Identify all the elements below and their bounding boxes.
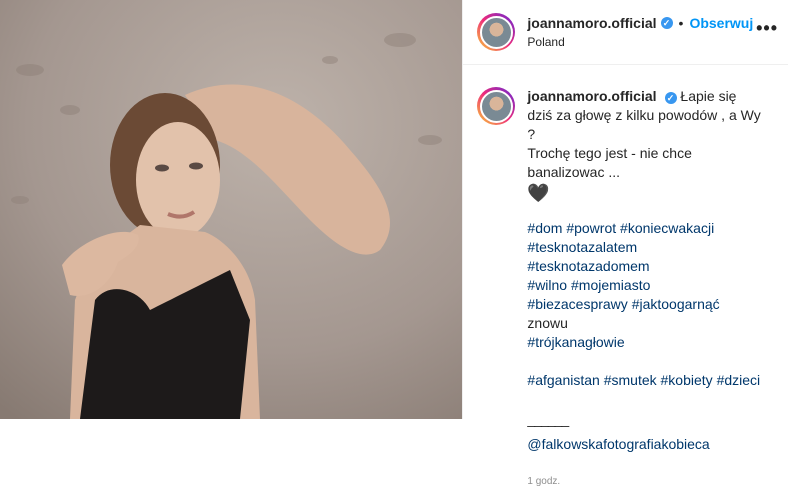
caption-divider: ______ (527, 411, 569, 427)
hashtag-link[interactable]: #koniecwakacji (620, 220, 714, 236)
post-timestamp[interactable]: 1 godz. (527, 472, 762, 491)
verified-icon: ✓ (660, 17, 673, 30)
instagram-post: joannamoro.official ✓ • Obserwuj Poland … (0, 0, 788, 487)
separator-dot: • (678, 14, 684, 31)
hashtag-link[interactable]: #dzieci (717, 372, 761, 388)
hashtag-link[interactable]: #kobiety (661, 372, 713, 388)
caption-text-line-2: Trochę tego jest - nie chce banalizowac … (527, 145, 692, 180)
more-options-icon[interactable]: ••• (756, 18, 778, 39)
caption-word: znowu (527, 315, 568, 331)
black-heart-icon: 🖤 (527, 183, 550, 203)
hashtag-link[interactable]: #wilno (527, 277, 567, 293)
avatar-image (479, 15, 513, 49)
caption-avatar[interactable] (477, 87, 516, 125)
post-location[interactable]: Poland (527, 35, 753, 49)
author-avatar[interactable] (477, 13, 516, 51)
hashtag-line: #dom #powrot #koniecwakacji (527, 219, 762, 238)
hashtag-link[interactable]: #mojemiasto (571, 277, 650, 293)
hashtag-line: #biezacesprawy #jaktoogarnąć znowu (527, 295, 762, 333)
hashtag-line: #trójkanagłowie (527, 333, 762, 352)
caption-verified-icon: ✓ (664, 92, 677, 104)
hashtag-link[interactable]: #tesknotazalatem (527, 239, 637, 255)
follow-button[interactable]: Obserwuj (689, 15, 753, 32)
post-caption: joannamoro.official ✓ Łapie się dziś za g… (463, 65, 788, 491)
photo-illustration (0, 0, 463, 419)
hashtag-link[interactable]: #trójkanagłowie (527, 334, 624, 350)
hashtag-link[interactable]: #biezacesprawy (527, 296, 627, 312)
hashtag-line: #wilno #mojemiasto (527, 276, 762, 295)
header-text: joannamoro.official ✓ • Obserwuj Poland (527, 15, 753, 49)
post-header: joannamoro.official ✓ • Obserwuj Poland … (463, 0, 788, 65)
hashtag-link[interactable]: #afganistan (527, 372, 599, 388)
post-photo[interactable] (0, 0, 463, 419)
hashtag-line: #tesknotazalatem #tesknotazadomem (527, 238, 762, 276)
hashtag-block-1: #dom #powrot #koniecwakacji #tesknotazal… (527, 219, 762, 352)
hashtag-link[interactable]: #tesknotazadomem (527, 258, 649, 274)
caption-username[interactable]: joannamoro.official (527, 88, 656, 104)
hashtag-link[interactable]: #dom (527, 220, 562, 236)
hashtag-link[interactable]: #smutek (604, 372, 657, 388)
hashtag-link[interactable]: #powrot (566, 220, 616, 236)
caption-avatar-image (479, 89, 513, 123)
hashtag-link[interactable]: #jaktoogarnąć (632, 296, 720, 312)
post-sidebar: joannamoro.official ✓ • Obserwuj Poland … (462, 0, 788, 487)
author-username[interactable]: joannamoro.official (527, 15, 656, 32)
caption-text-line-1: joannamoro.official ✓ Łapie się dziś za g… (527, 87, 762, 144)
hashtag-block-2: #afganistan #smutek #kobiety #dzieci (527, 371, 762, 390)
header-row: joannamoro.official ✓ • Obserwuj (527, 15, 753, 32)
photographer-mention[interactable]: @falkowskafotografiakobieca (527, 435, 762, 454)
caption-body: joannamoro.official ✓ Łapie się dziś za g… (527, 87, 762, 491)
